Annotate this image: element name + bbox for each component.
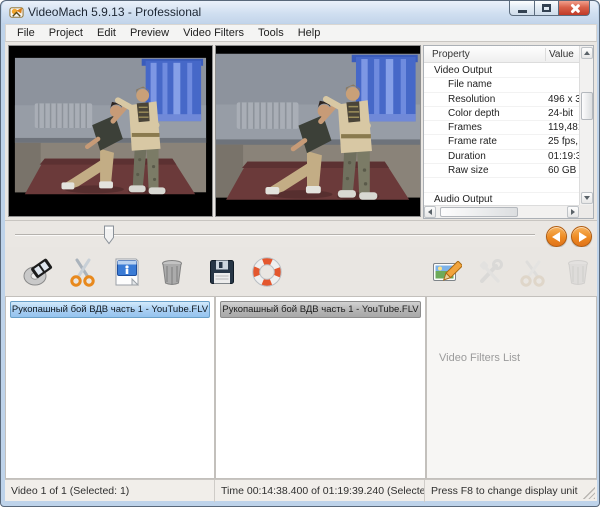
- scroll-up-button[interactable]: [581, 47, 593, 59]
- scissors-icon: [517, 256, 549, 288]
- scroll-down-button[interactable]: [581, 192, 593, 204]
- output-list-item[interactable]: Рукопашный бой ВДВ часть 1 - YouTube.FLV: [220, 301, 421, 318]
- info-icon: [111, 256, 143, 288]
- status-time: Time 00:14:38.400 of 01:19:39.240 (Selec…: [215, 480, 425, 502]
- video-preview-output: [215, 45, 421, 217]
- resize-grip[interactable]: [583, 487, 595, 499]
- maximize-button[interactable]: [534, 1, 559, 16]
- app-window: VideoMach 5.9.13 - Professional File Pro…: [0, 0, 600, 507]
- arrow-left-icon: [428, 209, 432, 215]
- horizontal-scrollbar[interactable]: [424, 205, 579, 218]
- menu-video-filters[interactable]: Video Filters: [176, 26, 251, 40]
- scissors-icon: [67, 256, 99, 288]
- seek-slider-thumb[interactable]: [103, 225, 115, 245]
- help-button[interactable]: [248, 253, 286, 291]
- property-row[interactable]: Color depth24-bit: [424, 107, 579, 121]
- menu-preview[interactable]: Preview: [123, 26, 176, 40]
- filter-settings-button[interactable]: [471, 253, 509, 291]
- status-hint: Press F8 to change display unit: [425, 480, 597, 502]
- save-output-button[interactable]: [203, 253, 241, 291]
- menu-edit[interactable]: Edit: [90, 26, 123, 40]
- floppy-disk-icon: [206, 256, 238, 288]
- work-area: Property Value Video Output File name Re…: [5, 42, 597, 479]
- open-media-icon: [22, 256, 54, 288]
- horizontal-scroll-thumb[interactable]: [440, 207, 518, 217]
- menu-bar: File Project Edit Preview Video Filters …: [5, 24, 597, 42]
- video-filters-placeholder: Video Filters List: [439, 352, 520, 364]
- window-title: VideoMach 5.9.13 - Professional: [28, 5, 201, 19]
- arrow-left-icon: [552, 232, 560, 242]
- status-video-count: Video 1 of 1 (Selected: 1): [5, 480, 215, 502]
- trash-icon: [562, 256, 594, 288]
- open-media-button[interactable]: [19, 253, 57, 291]
- property-row[interactable]: Frame rate25 fps, P: [424, 135, 579, 149]
- property-row[interactable]: Video Output: [424, 64, 579, 78]
- close-icon: [569, 3, 580, 14]
- previous-button[interactable]: [546, 226, 567, 247]
- property-row[interactable]: Duration01:19:3: [424, 150, 579, 164]
- property-row[interactable]: Raw size60 GB: [424, 164, 579, 178]
- status-bar: Video 1 of 1 (Selected: 1) Time 00:14:38…: [5, 479, 597, 501]
- minimize-icon: [518, 10, 527, 13]
- properties-panel: Property Value Video Output File name Re…: [423, 45, 594, 219]
- edit-image-icon: [430, 256, 462, 288]
- title-bar[interactable]: VideoMach 5.9.13 - Professional: [2, 1, 598, 23]
- delete-button[interactable]: [153, 253, 191, 291]
- property-row[interactable]: Resolution496 x 38: [424, 93, 579, 107]
- next-button[interactable]: [571, 226, 592, 247]
- lifebuoy-icon: [251, 256, 283, 288]
- menu-help[interactable]: Help: [291, 26, 328, 40]
- property-row[interactable]: [424, 178, 579, 192]
- cut-button[interactable]: [64, 253, 102, 291]
- property-row[interactable]: Frames119,481: [424, 121, 579, 135]
- arrow-down-icon: [584, 196, 590, 200]
- property-column-header: Property: [432, 49, 470, 60]
- output-video-list[interactable]: Рукопашный бой ВДВ часть 1 - YouTube.FLV: [215, 296, 426, 479]
- close-button[interactable]: [558, 1, 590, 16]
- trash-icon: [156, 256, 188, 288]
- seek-band: [5, 220, 597, 247]
- scrollbar-corner: [579, 205, 593, 218]
- cut-filter-button[interactable]: [514, 253, 552, 291]
- menu-project[interactable]: Project: [42, 26, 90, 40]
- minimize-button[interactable]: [509, 1, 535, 16]
- properties-header: Property Value: [424, 46, 579, 63]
- video-filters-panel[interactable]: Video Filters List: [426, 296, 597, 479]
- menu-file[interactable]: File: [10, 26, 42, 40]
- column-divider[interactable]: [545, 48, 546, 61]
- seek-slider-track[interactable]: [15, 234, 535, 236]
- arrow-up-icon: [584, 51, 590, 55]
- menu-tools[interactable]: Tools: [251, 26, 291, 40]
- media-information-button[interactable]: [108, 253, 146, 291]
- value-column-header: Value: [549, 49, 574, 60]
- source-list-item[interactable]: Рукопашный бой ВДВ часть 1 - YouTube.FLV: [10, 301, 210, 318]
- arrow-right-icon: [579, 232, 587, 242]
- add-video-filter-button[interactable]: [427, 253, 465, 291]
- arrow-right-icon: [571, 209, 575, 215]
- property-row[interactable]: File name: [424, 78, 579, 92]
- videomach-logo-icon: [9, 5, 24, 20]
- properties-rows: Video Output File name Resolution496 x 3…: [424, 64, 579, 205]
- vertical-scrollbar[interactable]: [579, 46, 593, 205]
- delete-filter-button[interactable]: [559, 253, 597, 291]
- scroll-right-button[interactable]: [567, 206, 579, 218]
- vertical-scroll-thumb[interactable]: [581, 92, 593, 120]
- tools-icon: [474, 256, 506, 288]
- source-video-list[interactable]: Рукопашный бой ВДВ часть 1 - YouTube.FLV: [5, 296, 215, 479]
- property-row[interactable]: Audio Output: [424, 193, 579, 205]
- maximize-icon: [542, 4, 551, 12]
- scroll-left-button[interactable]: [424, 206, 436, 218]
- toolbar: [5, 247, 597, 296]
- video-preview-source: [8, 45, 213, 217]
- lists-area: Рукопашный бой ВДВ часть 1 - YouTube.FLV…: [5, 296, 597, 479]
